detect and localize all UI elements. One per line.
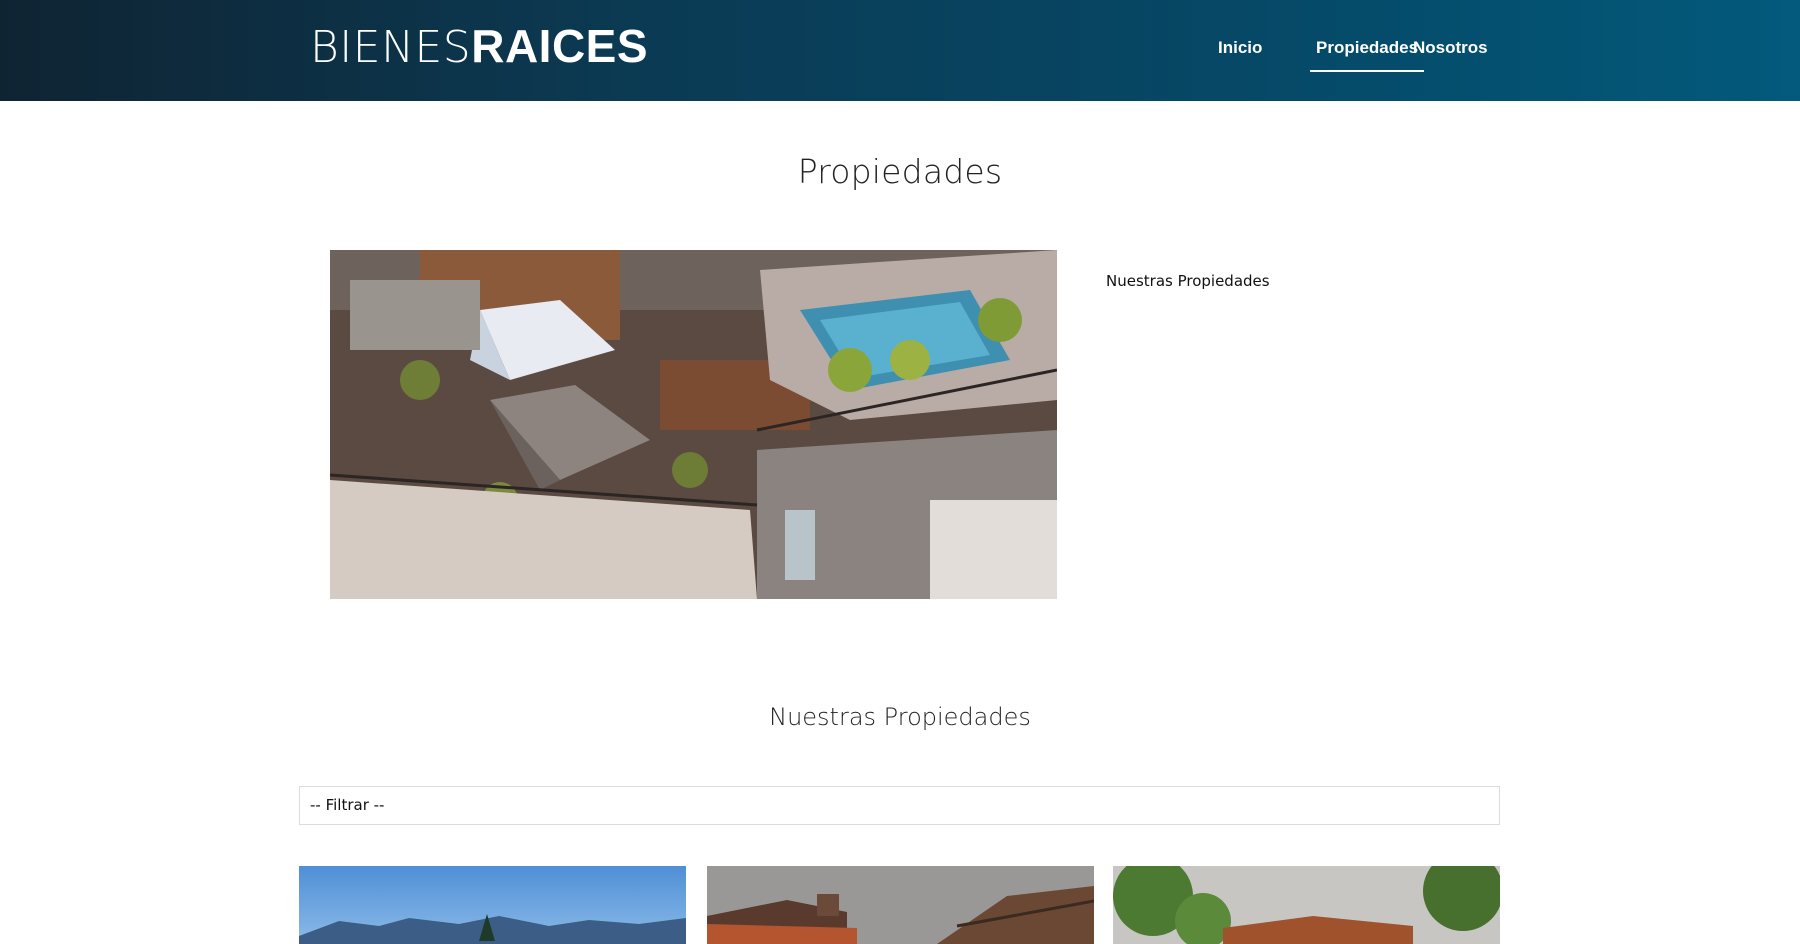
filter-select[interactable]: -- Filtrar -- — [299, 786, 1500, 825]
site-header: BIENESRAICES Inicio Propiedades Nosotros — [0, 0, 1800, 101]
logo-text-light: BIENES — [310, 22, 472, 73]
site-logo[interactable]: BIENESRAICES — [310, 18, 648, 74]
intro-text: Nuestras Propiedades — [1106, 272, 1270, 290]
property-card[interactable] — [299, 866, 686, 944]
section-title: Nuestras Propiedades — [769, 703, 1031, 731]
nav-link-inicio[interactable]: Inicio — [1218, 34, 1262, 72]
property-card[interactable] — [707, 866, 1094, 944]
nav-link-propiedades[interactable]: Propiedades — [1310, 34, 1425, 72]
page-title: Propiedades — [797, 152, 1003, 191]
nav-link-nosotros[interactable]: Nosotros — [1413, 34, 1488, 72]
logo-text-bold: RAICES — [471, 20, 649, 72]
property-image-house-trees — [1113, 866, 1500, 944]
filter-selected-value: -- Filtrar -- — [310, 796, 385, 814]
property-card[interactable] — [1113, 866, 1500, 944]
property-image-house-roof — [707, 866, 1094, 944]
featured-rooftop-image — [330, 250, 1057, 599]
property-image-mountains — [299, 866, 686, 944]
